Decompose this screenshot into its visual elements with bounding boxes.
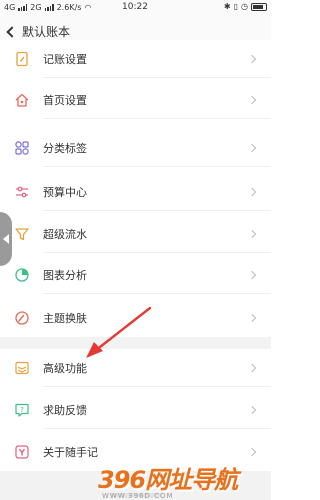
menu-item-category-tags[interactable]: 分类标签	[0, 129, 271, 167]
menu-item-budget-center[interactable]: 预算中心	[0, 173, 271, 211]
menu-item-advanced-features[interactable]: 高级功能	[0, 349, 271, 387]
network-label-2: 2G	[30, 3, 42, 12]
page-title: 默认账本	[22, 25, 71, 39]
chevron-right-icon	[247, 95, 257, 105]
divider	[43, 252, 271, 253]
alarm-icon: ◷	[241, 2, 248, 11]
menu-item-label: 预算中心	[43, 186, 87, 199]
brand-y-icon	[13, 443, 31, 461]
home-icon	[13, 91, 31, 109]
bluetooth-icon: ✱	[223, 2, 231, 11]
menu-item-label: 主题换肤	[43, 312, 87, 325]
network-label-1: 4G	[4, 3, 16, 12]
battery-icon	[251, 2, 267, 11]
watermark: 396网址导航 WWW.396D.COM	[98, 458, 268, 500]
watermark-text: 396网址导航	[98, 466, 238, 494]
divider	[43, 428, 271, 429]
chevron-right-icon	[247, 229, 257, 239]
net-speed: 2.6K/s	[56, 3, 82, 12]
menu-item-label: 图表分析	[43, 269, 87, 282]
chevron-right-icon	[247, 405, 257, 415]
grid-icon	[13, 139, 31, 157]
menu-item-label: 记账设置	[43, 53, 87, 66]
divider	[43, 166, 271, 167]
signal-icon	[18, 4, 28, 11]
layers-icon	[13, 359, 31, 377]
pencil-book-icon	[13, 50, 31, 68]
status-left: 4G 2G 2.6K/s ◠	[4, 3, 91, 12]
chevron-right-icon	[247, 313, 257, 323]
chevron-right-icon	[247, 270, 257, 280]
pie-chart-icon	[13, 266, 31, 284]
menu-item-bookkeeping-settings[interactable]: 记账设置	[0, 40, 271, 78]
back-arrow-icon	[6, 25, 18, 38]
menu-item-label: 求助反馈	[43, 404, 87, 417]
status-right: ✱ ▯ ◷	[224, 2, 267, 11]
chevron-right-icon	[247, 447, 257, 457]
status-bar: 4G 2G 2.6K/s ◠ 10:22 ✱ ▯ ◷	[0, 0, 271, 16]
signal-icon-2	[44, 4, 54, 11]
menu-item-label: 关于随手记	[43, 446, 98, 459]
menu-item-theme-skin[interactable]: 主题换肤	[0, 299, 271, 337]
sliders-icon	[13, 183, 31, 201]
watermark-subtext: WWW.396D.COM	[102, 492, 174, 500]
menu-item-super-flow[interactable]: 超级流水	[0, 215, 271, 253]
menu-item-label: 超级流水	[43, 228, 87, 241]
side-drawer-handle[interactable]	[0, 212, 12, 266]
mute-icon: ▯	[233, 2, 239, 11]
section-gap	[0, 337, 271, 349]
svg-text:?: ?	[20, 406, 24, 414]
menu-item-label: 分类标签	[43, 142, 87, 155]
clock: 10:22	[122, 2, 148, 12]
chevron-right-icon	[247, 187, 257, 197]
filter-icon	[13, 225, 31, 243]
palette-icon	[13, 309, 31, 327]
chevron-right-icon	[247, 143, 257, 153]
divider	[43, 210, 271, 211]
divider	[43, 118, 271, 119]
menu-item-label: 高级功能	[43, 362, 87, 375]
menu-item-help-feedback[interactable]: ? 求助反馈	[0, 391, 271, 429]
divider	[43, 293, 271, 294]
menu-item-chart-analysis[interactable]: 图表分析	[0, 256, 271, 294]
divider	[43, 386, 271, 387]
divider	[43, 77, 271, 78]
chevron-right-icon	[247, 54, 257, 64]
menu-item-home-settings[interactable]: 首页设置	[0, 81, 271, 119]
drawer-arrow-icon	[3, 234, 9, 244]
help-chat-icon: ?	[13, 401, 31, 419]
menu-item-label: 首页设置	[43, 94, 87, 107]
chevron-right-icon	[247, 363, 257, 373]
wifi-icon: ◠	[84, 3, 92, 12]
